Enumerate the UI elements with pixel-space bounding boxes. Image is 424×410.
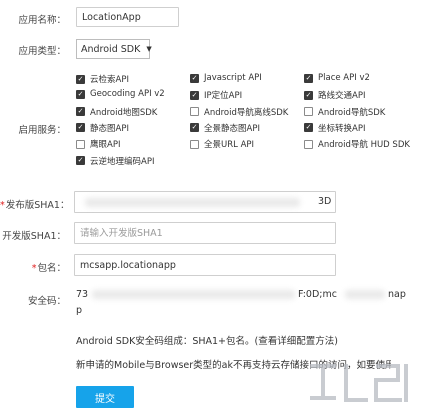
submit-button[interactable]: 提交: [76, 386, 134, 408]
service-checkbox-label: Android导航SDK: [318, 107, 386, 118]
release-sha1-input[interactable]: 3D: [74, 191, 336, 213]
service-checkbox[interactable]: 鹰眼API: [76, 138, 120, 150]
service-checkbox[interactable]: Android导航 HUD SDK: [304, 138, 410, 150]
checkbox-checked-icon[interactable]: [304, 90, 313, 100]
checkbox-checked-icon[interactable]: [76, 89, 85, 99]
service-checkbox-label: Geocoding API v2: [90, 89, 165, 100]
dev-sha1-input[interactable]: [74, 222, 336, 244]
service-checkbox[interactable]: 云逆地理编码API: [76, 155, 154, 167]
service-checkbox-label: 全景URL API: [204, 140, 255, 151]
redacted-sha1: [85, 198, 300, 207]
service-checkbox-label: 路线交通API: [318, 91, 366, 102]
release-sha1-label: *发布版SHA1：: [0, 197, 69, 211]
service-checkbox[interactable]: Geocoding API v2: [76, 89, 165, 99]
service-checkbox[interactable]: Javascript API: [190, 73, 262, 83]
service-checkbox-label: Android导航离线SDK: [204, 107, 289, 118]
checkbox-unchecked-icon[interactable]: [76, 139, 85, 149]
redacted-security-code: [92, 290, 295, 299]
checkbox-checked-icon[interactable]: [76, 74, 85, 84]
service-checkbox-label: Place API v2: [318, 73, 370, 83]
checkbox-checked-icon[interactable]: [304, 73, 313, 83]
checkbox-checked-icon[interactable]: [76, 123, 85, 133]
checkbox-unchecked-icon[interactable]: [304, 139, 313, 149]
watermark-logo: [302, 352, 422, 410]
release-sha1-suffix: 3D: [318, 196, 332, 207]
service-checkbox[interactable]: 全景静态图API: [190, 122, 260, 134]
service-checkbox-label: 鹰眼API: [90, 140, 121, 151]
service-checkbox[interactable]: 路线交通API: [304, 89, 365, 101]
service-checkbox-label: 云检索API: [90, 75, 129, 85]
service-checkbox-label: 云逆地理编码API: [90, 156, 155, 167]
checkbox-checked-icon[interactable]: [304, 123, 313, 133]
service-checkbox-label: 静态图API: [90, 123, 129, 134]
checkbox-unchecked-icon[interactable]: [304, 107, 313, 117]
app-name-input[interactable]: [76, 7, 179, 27]
config-method-link[interactable]: (查看详细配置方法): [255, 336, 338, 347]
required-marker: *: [0, 200, 5, 211]
checkbox-checked-icon[interactable]: [190, 90, 199, 100]
sdk-security-note: Android SDK安全码组成：SHA1+包名。(查看详细配置方法): [76, 333, 338, 347]
service-checkbox-label: Android地图SDK: [90, 107, 158, 118]
service-checkbox-label: 全景静态图API: [204, 123, 260, 134]
checkbox-unchecked-icon[interactable]: [190, 107, 199, 117]
security-code-start: 73: [76, 289, 89, 300]
chevron-down-icon: ▼: [146, 45, 152, 53]
app-type-label: 应用类型：: [18, 46, 66, 57]
service-checkbox[interactable]: Android导航SDK: [304, 106, 385, 118]
app-type-select[interactable]: Android SDK ▼: [76, 39, 152, 59]
service-checkbox[interactable]: Place API v2: [304, 73, 370, 83]
checkbox-checked-icon[interactable]: [190, 123, 199, 133]
sdk-security-note-text: Android SDK安全码组成：SHA1+包名。: [76, 336, 255, 347]
service-checkbox[interactable]: Android地图SDK: [76, 106, 157, 118]
service-checkbox[interactable]: 坐标转换API: [304, 122, 365, 134]
package-input[interactable]: [74, 254, 336, 276]
service-checkbox[interactable]: IP定位API: [190, 89, 242, 101]
checkbox-checked-icon[interactable]: [190, 73, 199, 83]
app-name-label: 应用名称：: [18, 15, 66, 26]
dev-sha1-label: 开发版SHA1：: [2, 231, 66, 242]
checkbox-checked-icon[interactable]: [76, 107, 85, 117]
package-label: *包名：: [0, 260, 66, 274]
security-code-mid: F:0D;mc: [298, 289, 337, 300]
security-code-line2: p: [76, 305, 83, 316]
service-checkbox[interactable]: 云检索API: [76, 73, 129, 85]
service-checkbox-label: Android导航 HUD SDK: [318, 140, 410, 151]
service-checkbox-label: 坐标转换API: [318, 123, 366, 134]
checkbox-unchecked-icon[interactable]: [190, 139, 199, 149]
checkbox-checked-icon[interactable]: [76, 156, 85, 165]
security-code-label: 安全码：: [27, 296, 66, 307]
release-sha1-label-text: 发布版SHA1：: [5, 200, 70, 211]
package-label-text: 包名：: [37, 263, 66, 274]
service-checkbox[interactable]: 静态图API: [76, 122, 129, 134]
redacted-security-code-2: [345, 290, 385, 299]
service-checkbox[interactable]: Android导航离线SDK: [190, 106, 288, 118]
services-label: 启用服务：: [18, 125, 66, 136]
security-code-end: nap: [388, 289, 406, 300]
service-checkbox-label: Javascript API: [204, 73, 262, 83]
required-marker: *: [31, 263, 37, 274]
service-checkbox[interactable]: 全景URL API: [190, 138, 254, 150]
service-checkbox-label: IP定位API: [204, 91, 243, 102]
app-type-value: Android SDK: [81, 43, 141, 55]
